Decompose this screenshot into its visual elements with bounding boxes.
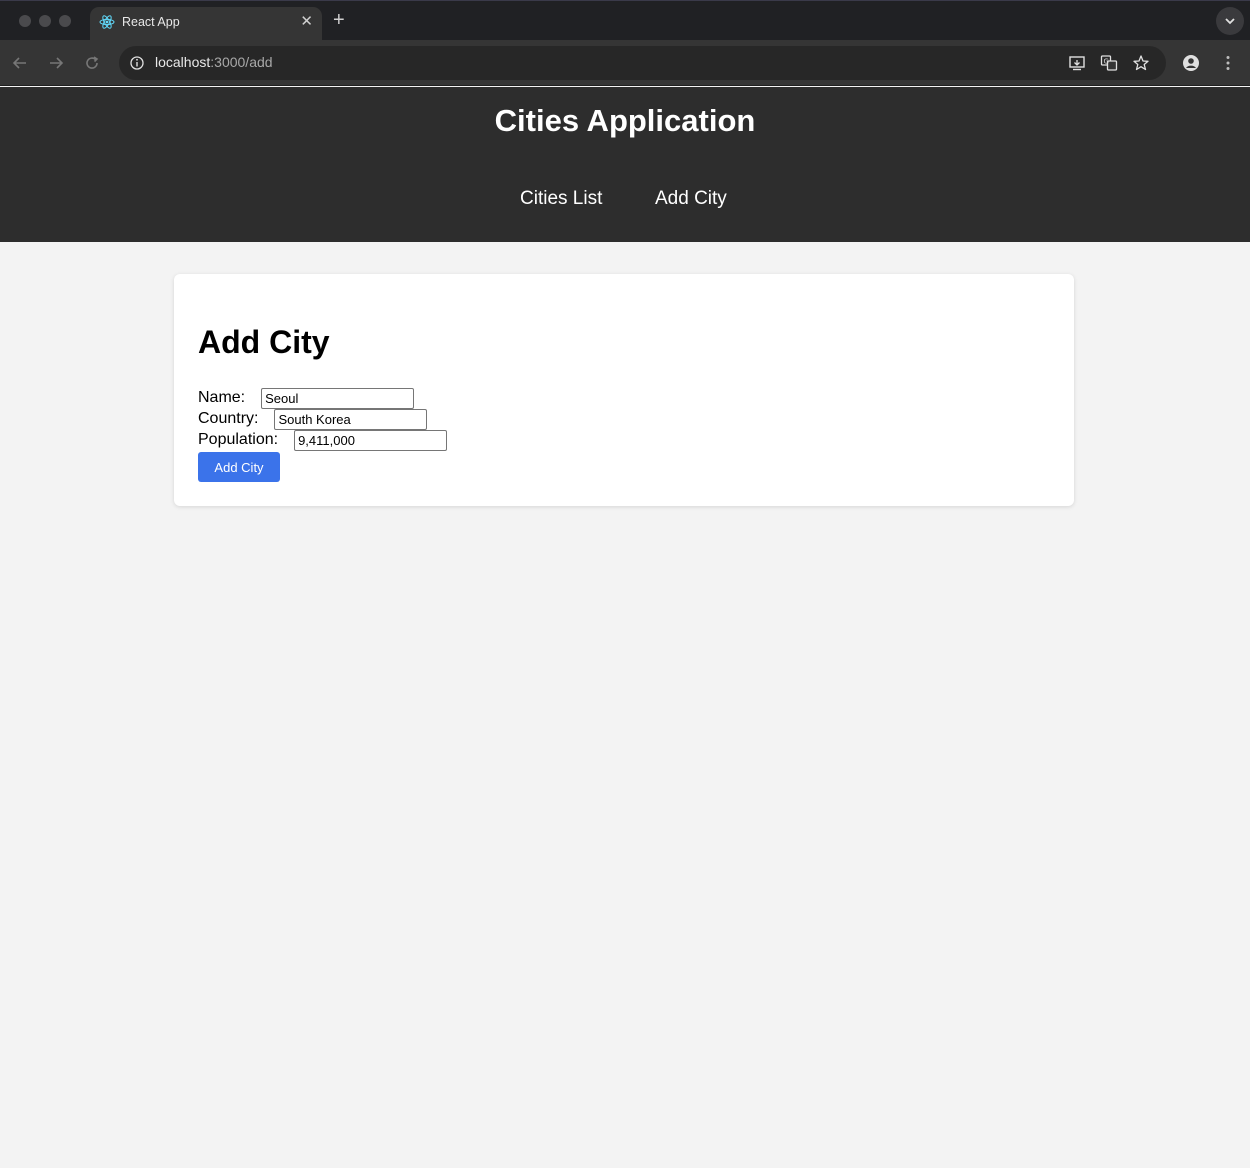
add-city-button[interactable]: Add City — [198, 452, 280, 482]
nav-link-cities-list[interactable]: Cities List — [520, 188, 602, 210]
browser-tab-bar: React App ✕ + — [0, 0, 1250, 41]
population-row: Population: — [198, 429, 448, 451]
window-close-dot[interactable] — [19, 15, 31, 27]
name-input[interactable] — [261, 387, 415, 409]
new-tab-button[interactable]: + — [333, 9, 345, 31]
forward-arrow-icon[interactable] — [46, 53, 66, 73]
menu-dots-icon[interactable] — [1218, 53, 1238, 73]
country-input[interactable] — [274, 408, 428, 430]
tab-title: React App — [122, 15, 180, 29]
profile-icon[interactable] — [1181, 53, 1201, 73]
country-row: Country: — [198, 408, 428, 430]
install-app-icon[interactable] — [1067, 53, 1087, 73]
address-bar[interactable]: localhost:3000/add G — [119, 46, 1166, 80]
name-row: Name: — [198, 387, 415, 409]
back-arrow-icon[interactable] — [10, 53, 30, 73]
svg-text:G: G — [1104, 58, 1109, 66]
react-icon — [99, 15, 115, 29]
window-minimize-dot[interactable] — [39, 15, 51, 27]
browser-tab[interactable]: React App ✕ — [90, 7, 322, 41]
translate-icon[interactable]: G — [1099, 53, 1119, 73]
tab-close-icon[interactable]: ✕ — [300, 13, 313, 31]
country-label: Country: — [198, 410, 259, 427]
window-maximize-dot[interactable] — [59, 15, 71, 27]
app-header: Cities Application Cities List Add City — [0, 87, 1250, 242]
nav-link-add-city[interactable]: Add City — [655, 188, 727, 210]
add-city-card: Add City Name: Country: Population: Add … — [174, 274, 1074, 506]
site-info-icon[interactable] — [127, 53, 147, 73]
form-heading: Add City — [198, 324, 330, 360]
url-text[interactable]: localhost:3000/add — [155, 54, 273, 70]
app-title: Cities Application — [494, 103, 756, 138]
chevron-down-icon — [1225, 18, 1235, 25]
name-label: Name: — [198, 389, 246, 406]
star-icon[interactable] — [1131, 53, 1151, 73]
reload-icon[interactable] — [82, 53, 102, 73]
tab-search-button[interactable] — [1216, 7, 1244, 35]
browser-toolbar: localhost:3000/add G — [0, 40, 1250, 86]
population-label: Population: — [198, 431, 279, 448]
population-input[interactable] — [294, 429, 448, 451]
